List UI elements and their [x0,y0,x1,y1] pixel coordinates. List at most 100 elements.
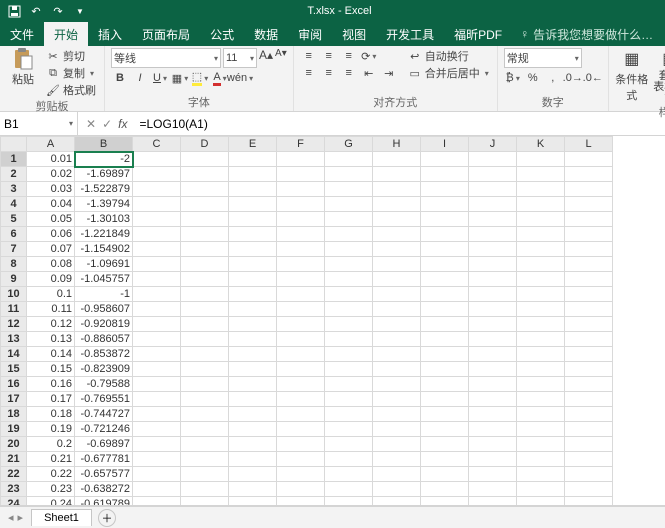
cell-J10[interactable] [469,287,517,302]
cell-B5[interactable]: -1.30103 [75,212,133,227]
cell-E21[interactable] [229,452,277,467]
cell-I11[interactable] [421,302,469,317]
cell-D14[interactable] [181,347,229,362]
cell-F5[interactable] [277,212,325,227]
cell-E18[interactable] [229,407,277,422]
cell-I20[interactable] [421,437,469,452]
cell-A19[interactable]: 0.19 [27,422,75,437]
cell-B8[interactable]: -1.09691 [75,257,133,272]
name-box-input[interactable] [4,117,67,131]
cell-G22[interactable] [325,467,373,482]
italic-icon[interactable]: I [131,70,149,86]
cell-G10[interactable] [325,287,373,302]
format-as-table-button[interactable]: ▦ 套用 表格格式 [653,48,665,104]
cell-J13[interactable] [469,332,517,347]
cell-D11[interactable] [181,302,229,317]
cell-C5[interactable] [133,212,181,227]
cell-B16[interactable]: -0.79588 [75,377,133,392]
cell-B22[interactable]: -0.657577 [75,467,133,482]
cell-F16[interactable] [277,377,325,392]
cell-L12[interactable] [565,317,613,332]
cell-G18[interactable] [325,407,373,422]
tab-view[interactable]: 视图 [332,22,376,46]
cell-L23[interactable] [565,482,613,497]
tell-me[interactable]: ♀ 告诉我您想要做什么… [512,22,661,46]
comma-icon[interactable]: , [544,70,562,86]
tab-insert[interactable]: 插入 [88,22,132,46]
cell-C2[interactable] [133,167,181,182]
font-color-icon[interactable]: A▾ [211,70,229,86]
select-all-corner[interactable] [1,137,27,152]
cell-E8[interactable] [229,257,277,272]
cell-A4[interactable]: 0.04 [27,197,75,212]
cell-L8[interactable] [565,257,613,272]
cell-F11[interactable] [277,302,325,317]
cell-E12[interactable] [229,317,277,332]
cell-G15[interactable] [325,362,373,377]
paste-button[interactable]: 粘贴 [6,48,40,98]
cell-J23[interactable] [469,482,517,497]
cell-D3[interactable] [181,182,229,197]
cell-L18[interactable] [565,407,613,422]
cell-K18[interactable] [517,407,565,422]
cell-A15[interactable]: 0.15 [27,362,75,377]
cell-E17[interactable] [229,392,277,407]
cell-K22[interactable] [517,467,565,482]
sheet-tab[interactable]: Sheet1 [31,509,92,526]
cell-J22[interactable] [469,467,517,482]
cell-I24[interactable] [421,497,469,507]
cell-A21[interactable]: 0.21 [27,452,75,467]
cell-A11[interactable]: 0.11 [27,302,75,317]
row-header-2[interactable]: 2 [1,167,27,182]
cell-F14[interactable] [277,347,325,362]
cell-A10[interactable]: 0.1 [27,287,75,302]
cell-F6[interactable] [277,227,325,242]
cell-B7[interactable]: -1.154902 [75,242,133,257]
row-header-10[interactable]: 10 [1,287,27,302]
cell-H14[interactable] [373,347,421,362]
cell-K2[interactable] [517,167,565,182]
font-size-combo[interactable]: 11▾ [223,48,257,68]
cell-G9[interactable] [325,272,373,287]
cell-B21[interactable]: -0.677781 [75,452,133,467]
decrease-decimal-icon[interactable]: .0← [584,70,602,86]
cell-J14[interactable] [469,347,517,362]
cell-K16[interactable] [517,377,565,392]
cell-C4[interactable] [133,197,181,212]
cell-I7[interactable] [421,242,469,257]
cell-B14[interactable]: -0.853872 [75,347,133,362]
cell-A9[interactable]: 0.09 [27,272,75,287]
cell-F24[interactable] [277,497,325,507]
cell-I5[interactable] [421,212,469,227]
cell-H1[interactable] [373,152,421,167]
align-top-icon[interactable]: ≡ [300,48,318,64]
cell-F22[interactable] [277,467,325,482]
cell-A2[interactable]: 0.02 [27,167,75,182]
tab-review[interactable]: 审阅 [288,22,332,46]
cell-E3[interactable] [229,182,277,197]
cell-A3[interactable]: 0.03 [27,182,75,197]
cell-C10[interactable] [133,287,181,302]
cell-G17[interactable] [325,392,373,407]
col-header-D[interactable]: D [181,137,229,152]
add-sheet-button[interactable]: ＋ [98,509,116,527]
cell-L21[interactable] [565,452,613,467]
cell-B9[interactable]: -1.045757 [75,272,133,287]
cell-B4[interactable]: -1.39794 [75,197,133,212]
conditional-format-button[interactable]: ▦ 条件格式 [615,48,649,104]
cell-G13[interactable] [325,332,373,347]
cell-I18[interactable] [421,407,469,422]
grid[interactable]: ABCDEFGHIJKL10.01-220.02-1.6989730.03-1.… [0,136,665,506]
tab-pagelayout[interactable]: 页面布局 [132,22,200,46]
cell-L5[interactable] [565,212,613,227]
cell-J11[interactable] [469,302,517,317]
cell-G23[interactable] [325,482,373,497]
cell-K13[interactable] [517,332,565,347]
cell-C23[interactable] [133,482,181,497]
cell-C11[interactable] [133,302,181,317]
cell-J1[interactable] [469,152,517,167]
cell-L11[interactable] [565,302,613,317]
cell-E19[interactable] [229,422,277,437]
cell-F23[interactable] [277,482,325,497]
qat-customize-icon[interactable]: ▼ [72,3,88,19]
